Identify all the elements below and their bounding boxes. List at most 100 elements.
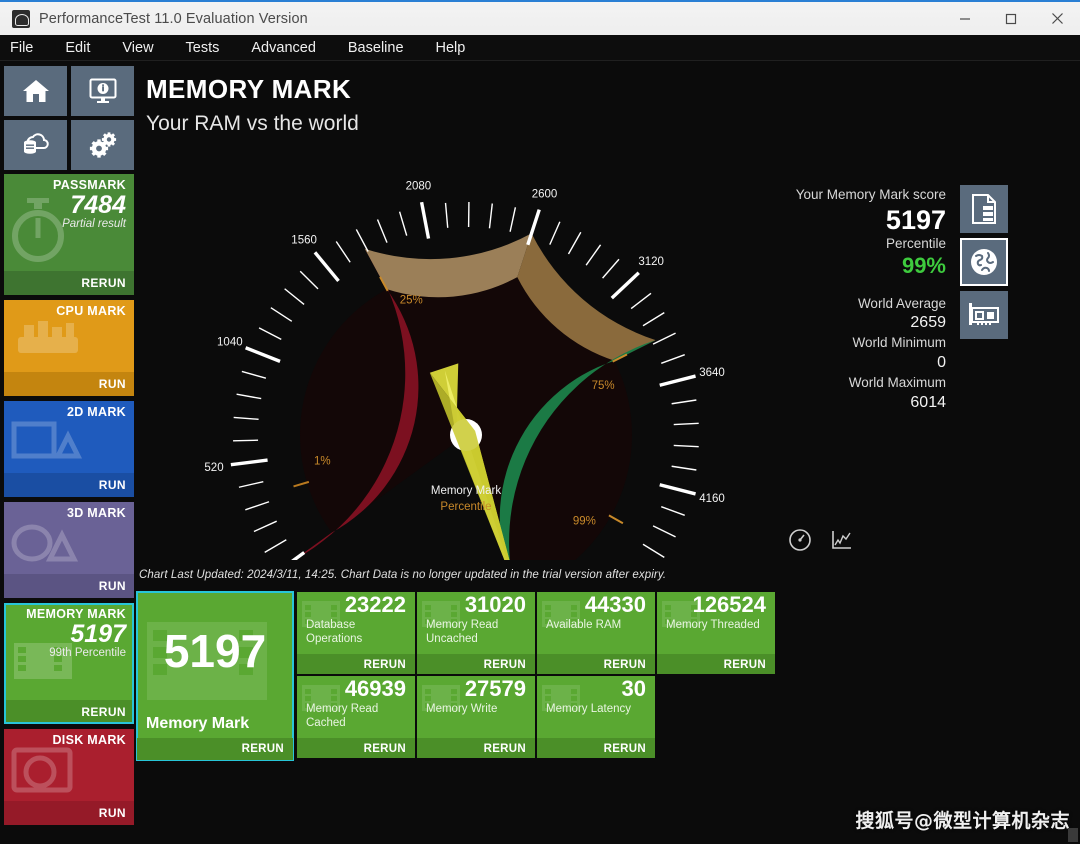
result-action-rerun[interactable]: RERUN: [537, 738, 655, 758]
title-bar: PerformanceTest 11.0 Evaluation Version: [0, 0, 1080, 35]
world-average-label: World Average: [857, 295, 946, 311]
tile-title: 3D MARK: [66, 506, 126, 520]
sidebar-tile-cpu-mark[interactable]: CPU MARK RUN: [4, 300, 134, 396]
result-label: Memory Read Cached: [306, 702, 379, 729]
system-info-icon[interactable]: [71, 66, 134, 116]
cpu-icon: [8, 315, 88, 370]
result-action-rerun[interactable]: RERUN: [417, 654, 535, 674]
percentile-label: Percentile: [885, 235, 946, 251]
percentile-value: 99%: [901, 253, 946, 279]
result-tile-memory-read-cached[interactable]: 46939 Memory Read Cached RERUN: [296, 675, 416, 759]
menu-file[interactable]: File: [0, 35, 49, 61]
world-minimum-value: 0: [937, 353, 946, 371]
result-action-rerun[interactable]: RERUN: [537, 654, 655, 674]
3d-shapes-icon: [8, 521, 88, 572]
result-body: 31020 Memory Read Uncached: [417, 592, 535, 654]
result-tile-database-operations[interactable]: 23222 Database Operations RERUN: [296, 591, 416, 675]
result-tile-memory-threaded[interactable]: 126524 Memory Threaded RERUN: [656, 591, 776, 675]
gauge-tick-label: 1040: [217, 336, 243, 348]
result-action-rerun[interactable]: RERUN: [297, 738, 415, 758]
gauge-tick-label: 1560: [291, 234, 317, 246]
result-body: 44330 Available RAM: [537, 592, 655, 654]
result-label: Memory Mark: [146, 714, 250, 732]
gauge-title: Memory Mark: [431, 485, 502, 497]
gauge-subtitle: Percentile: [440, 501, 491, 513]
result-value: 5197: [163, 625, 267, 677]
watermark: 搜狐号@微型计算机杂志: [855, 810, 1070, 832]
tile-action-run[interactable]: RUN: [4, 801, 134, 825]
result-value: 46939: [344, 676, 406, 701]
score-value: 5197: [885, 204, 946, 235]
preferences-gears-icon[interactable]: [71, 120, 134, 170]
world-stats-panel: Your Memory Mark score 5197 Percentile 9…: [716, 185, 946, 413]
result-action-rerun[interactable]: RERUN: [297, 654, 415, 674]
maximize-button[interactable]: [988, 1, 1034, 36]
tile-action-rerun[interactable]: RERUN: [4, 700, 134, 724]
tile-title: MEMORY MARK: [26, 607, 126, 621]
sidebar-tile-3d-mark[interactable]: 3D MARK RUN: [4, 502, 134, 598]
gauge-tick-label: 2080: [406, 180, 432, 192]
menu-tests[interactable]: Tests: [170, 35, 236, 61]
minimize-button[interactable]: [942, 1, 988, 36]
results-row-1: 23222 Database Operations RERUN 31020 Me…: [296, 591, 776, 675]
result-label: Memory Read Uncached: [426, 618, 499, 645]
tile-body: PASSMARK 7484 Partial result: [4, 174, 134, 271]
result-tile-memory-write[interactable]: 27579 Memory Write RERUN: [416, 675, 536, 759]
tile-action-run[interactable]: RUN: [4, 372, 134, 396]
sidebar-quick-icons-row-1: [4, 66, 134, 116]
memory-module-card-icon[interactable]: [960, 291, 1008, 339]
gauge-percentile-marker-label: 25%: [400, 295, 423, 307]
results-row-2: 46939 Memory Read Cached RERUN 27579 Mem…: [296, 675, 776, 759]
sidebar-tile-passmark[interactable]: PASSMARK 7484 Partial result RERUN: [4, 174, 134, 295]
result-tile-memory-mark[interactable]: 5197 Memory Mark RERUN: [136, 591, 294, 761]
tile-sub: Partial result: [62, 218, 126, 231]
menu-advanced[interactable]: Advanced: [235, 35, 332, 61]
world-maximum-label: World Maximum: [848, 374, 946, 390]
result-tile-memory-latency[interactable]: 30 Memory Latency RERUN: [536, 675, 656, 759]
menu-edit[interactable]: Edit: [49, 35, 106, 61]
menu-baseline[interactable]: Baseline: [332, 35, 420, 61]
sidebar-tile-memory-mark[interactable]: MEMORY MARK 5197 99th Percentile RERUN: [4, 603, 134, 724]
result-tile-memory-read-uncached[interactable]: 31020 Memory Read Uncached RERUN: [416, 591, 536, 675]
disk-icon: [8, 746, 84, 799]
tile-score: 7484: [70, 191, 126, 219]
tile-body: 2D MARK: [4, 401, 134, 473]
tile-title: DISK MARK: [52, 733, 126, 747]
stats-icon-column: [960, 185, 1008, 339]
gauge-view-icon[interactable]: [786, 526, 814, 554]
results-grid: 23222 Database Operations RERUN 31020 Me…: [296, 591, 776, 759]
gauge-percentile-marker-label: 1%: [314, 456, 331, 468]
tile-body: 3D MARK: [4, 502, 134, 574]
sidebar-tile-disk-mark[interactable]: DISK MARK RUN: [4, 729, 134, 825]
tile-title: PASSMARK: [52, 178, 126, 192]
result-value: 27579: [464, 676, 526, 701]
menu-view[interactable]: View: [106, 35, 169, 61]
menu-bar: File Edit View Tests Advanced Baseline H…: [0, 35, 1080, 61]
scrollbar-thumb[interactable]: [1068, 828, 1078, 842]
memory-report-icon[interactable]: [960, 185, 1008, 233]
line-chart-view-icon[interactable]: [828, 526, 856, 554]
sidebar-tile-2d-mark[interactable]: 2D MARK RUN: [4, 401, 134, 497]
result-label: Database Operations: [306, 618, 363, 645]
sidebar-quick-icons-row-2: [4, 120, 134, 170]
globe-world-icon[interactable]: [960, 238, 1008, 286]
result-tile-available-ram[interactable]: 44330 Available RAM RERUN: [536, 591, 656, 675]
tile-action-rerun[interactable]: RERUN: [4, 271, 134, 295]
page-header: MEMORY MARK Your RAM vs the world: [146, 74, 359, 136]
result-action-rerun[interactable]: RERUN: [417, 738, 535, 758]
tile-action-run[interactable]: RUN: [4, 473, 134, 497]
menu-help[interactable]: Help: [420, 35, 482, 61]
close-button[interactable]: [1034, 1, 1080, 36]
chart-last-updated-note: Chart Last Updated: 2024/3/11, 14:25. Ch…: [139, 569, 667, 581]
result-action-rerun[interactable]: RERUN: [657, 654, 775, 674]
world-minimum-label: World Minimum: [852, 335, 946, 351]
memory-mark-gauge[interactable]: 0520104015602080260031203640416046805200…: [196, 160, 736, 560]
tile-title: 2D MARK: [66, 405, 126, 419]
tile-action-run[interactable]: RUN: [4, 574, 134, 598]
result-action-rerun[interactable]: RERUN: [137, 738, 293, 760]
gauge-bands: [294, 233, 656, 560]
home-icon[interactable]: [4, 66, 67, 116]
tile-body: CPU MARK: [4, 300, 134, 372]
cloud-baseline-icon[interactable]: [4, 120, 67, 170]
world-maximum-value: 6014: [910, 393, 946, 411]
